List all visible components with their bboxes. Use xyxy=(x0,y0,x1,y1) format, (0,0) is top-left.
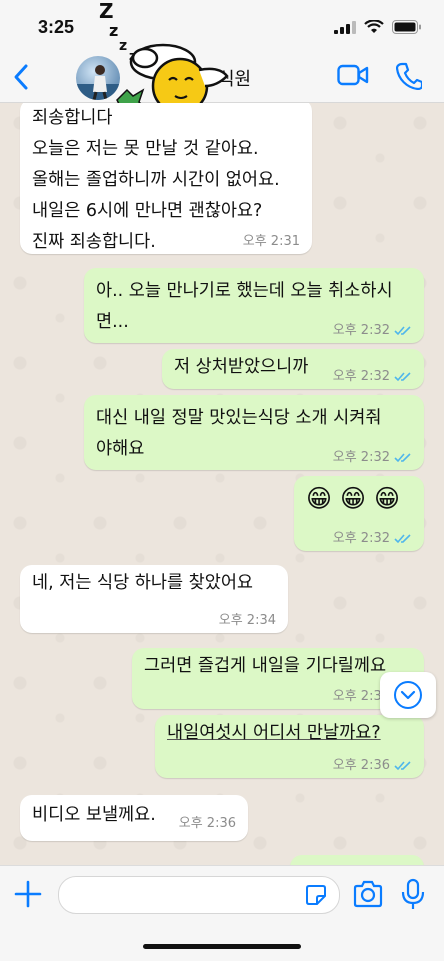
read-ticks-icon xyxy=(394,326,411,336)
wifi-icon xyxy=(364,20,384,33)
svg-text:Z: Z xyxy=(99,0,114,23)
message-meta: 오후 2:32 xyxy=(333,450,412,465)
sticker-button[interactable] xyxy=(305,884,327,906)
message-time: 오후 2:36 xyxy=(178,816,236,831)
message-outgoing[interactable]: 저 상처받았으니까 오후 2:32 xyxy=(162,349,424,389)
message-meta: 오후 2:36 xyxy=(333,758,412,773)
battery-icon xyxy=(392,20,421,34)
scroll-to-bottom-button[interactable] xyxy=(380,672,436,718)
message-outgoing[interactable]: 아.. 오늘 만나기로 했는데 오늘 취소하시 면... 오후 2:32 xyxy=(84,268,424,343)
message-time: 오후 2:32 xyxy=(332,531,390,546)
message-time: 오후 2:32 xyxy=(332,450,390,465)
home-indicator xyxy=(143,944,301,949)
message-time: 오후 2:34 xyxy=(218,613,276,628)
chevron-down-icon xyxy=(394,681,422,709)
signal-icon xyxy=(334,21,356,34)
message-outgoing[interactable]: 내일여섯시 어디서 만날까요? 오후 2:36 xyxy=(155,715,424,778)
read-ticks-icon xyxy=(394,761,411,771)
video-call-button[interactable] xyxy=(337,62,369,92)
read-ticks-icon xyxy=(394,534,411,544)
message-meta: 오후 2:31 xyxy=(243,234,300,249)
message-time: 오후 2:36 xyxy=(332,758,390,773)
message-incoming[interactable]: 죄송합니다 오늘은 저는 못 만날 것 같아요. 올해는 졸업하니까 시간이 없… xyxy=(20,103,312,254)
svg-text:z: z xyxy=(119,38,127,54)
message-meta: 오후 2:32 xyxy=(333,531,412,546)
voice-note-button[interactable] xyxy=(400,878,426,910)
chevron-left-icon xyxy=(14,64,28,90)
message-incoming[interactable]: 네, 저는 식당 하나를 찾았어요 오후 2:34 xyxy=(20,565,288,633)
message-outgoing[interactable]: 😁 😁 😁 오후 2:32 xyxy=(294,476,424,551)
message-time: 오후 2:32 xyxy=(332,323,390,338)
message-meta: 오후 2:34 xyxy=(219,613,276,628)
camera-button[interactable] xyxy=(352,880,384,908)
chat-messages[interactable]: 죄송합니다 오늘은 저는 못 만날 것 같아요. 올해는 졸업하니까 시간이 없… xyxy=(0,103,444,865)
attach-button[interactable] xyxy=(12,878,44,910)
sleeping-bunny-sticker: Z z z z xyxy=(99,0,229,110)
status-icons xyxy=(334,20,422,34)
message-meta: 오후 2:32 xyxy=(333,323,412,338)
status-time: 3:25 xyxy=(38,17,75,37)
phone-icon xyxy=(395,62,424,91)
message-text: 네, 저는 식당 하나를 찾았어요 xyxy=(32,573,254,593)
message-outgoing[interactable]: 대신 내일 정말 맛있는식당 소개 시켜줘 야해요 오후 2:32 xyxy=(84,395,424,470)
sticker-icon xyxy=(306,885,326,905)
camera-icon xyxy=(353,880,383,908)
emoji-message-text: 😁 😁 😁 xyxy=(306,484,401,513)
message-input[interactable] xyxy=(58,876,340,914)
voice-call-button[interactable] xyxy=(395,62,424,94)
read-ticks-icon xyxy=(394,453,411,463)
message-meta: 오후 2:32 xyxy=(333,369,412,384)
plus-icon xyxy=(14,880,42,908)
message-outgoing-partial[interactable] xyxy=(290,855,424,865)
back-button[interactable] xyxy=(8,60,36,94)
message-time: 오후 2:31 xyxy=(242,234,300,249)
message-time: 오후 2:32 xyxy=(332,369,390,384)
message-text: 내일여섯시 어디서 만날까요? xyxy=(167,723,381,743)
message-incoming[interactable]: 비디오 보낼께요. 오후 2:36 xyxy=(20,795,248,841)
svg-text:z: z xyxy=(109,21,118,40)
read-ticks-icon xyxy=(394,372,411,382)
microphone-icon xyxy=(401,878,425,909)
message-meta: 오후 2:36 xyxy=(179,816,236,831)
video-camera-icon xyxy=(337,64,369,86)
